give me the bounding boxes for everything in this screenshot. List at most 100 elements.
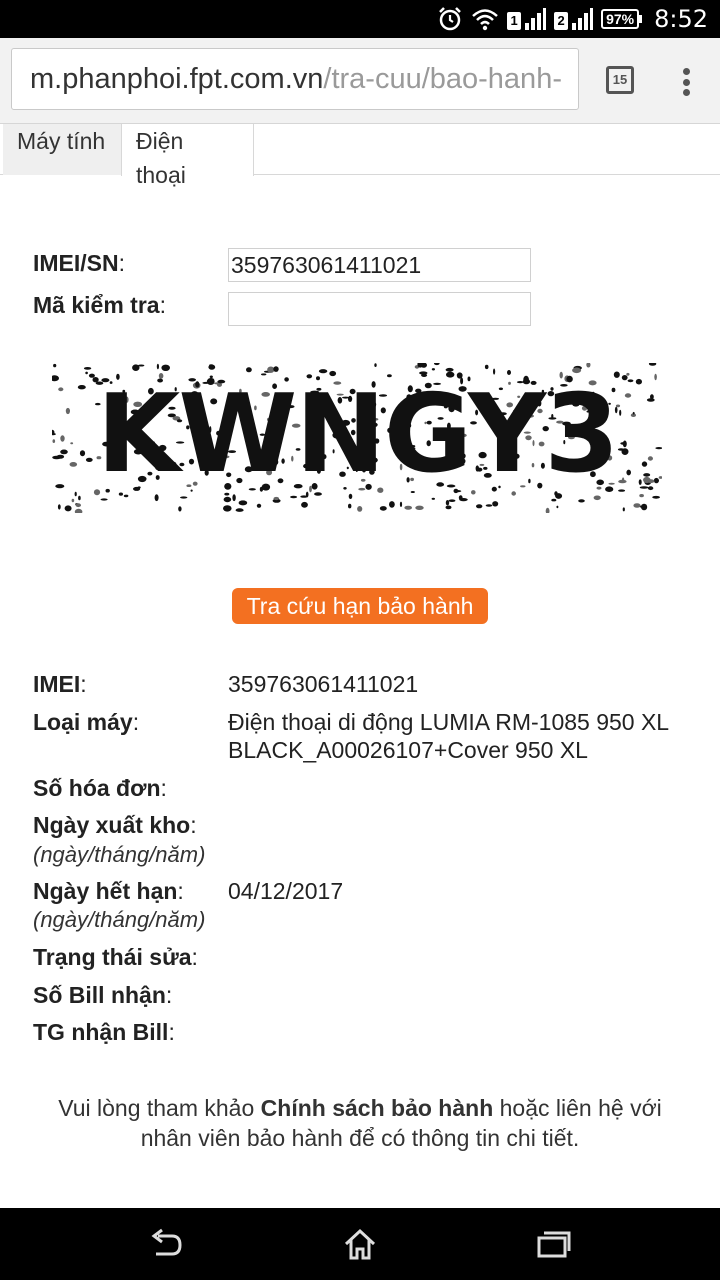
captcha-noise-dot bbox=[643, 473, 651, 477]
captcha-noise-dot bbox=[70, 442, 74, 445]
result-export-date-hint: (ngày/tháng/năm) bbox=[33, 842, 206, 867]
warranty-note: Vui lòng tham khảo Chính sách bảo hành h… bbox=[40, 1093, 680, 1153]
captcha-noise-dot bbox=[301, 501, 308, 508]
result-repair-status-label: Trạng thái sửa: bbox=[33, 944, 198, 970]
sim1-label: 1 bbox=[507, 12, 522, 30]
captcha-noise-dot bbox=[60, 435, 65, 442]
captcha-noise-dot bbox=[53, 363, 57, 368]
captcha-noise-dot bbox=[56, 454, 65, 459]
imei-sn-label: IMEI/SN: bbox=[33, 250, 126, 276]
system-nav-bar bbox=[0, 1208, 720, 1280]
result-expiry-label: Ngày hết hạn: bbox=[33, 878, 184, 904]
captcha-noise-dot bbox=[619, 409, 622, 416]
captcha-noise-dot bbox=[635, 378, 643, 385]
captcha-noise-dot bbox=[55, 484, 65, 489]
captcha-noise-dot bbox=[357, 506, 363, 512]
captcha-noise-dot bbox=[85, 371, 88, 375]
captcha-noise-dot bbox=[639, 486, 649, 489]
captcha-text: KWNGY3 bbox=[97, 372, 618, 497]
captcha-noise-dot bbox=[643, 476, 651, 484]
captcha-noise-dot bbox=[485, 504, 493, 507]
captcha-noise-dot bbox=[621, 477, 625, 483]
captcha-noise-dot bbox=[83, 367, 92, 370]
captcha-noise-dot bbox=[256, 503, 262, 508]
sim2-signal-icon: 2 bbox=[554, 8, 594, 30]
result-model-value-line1: Điện thoại di động LUMIA RM-1085 950 XL bbox=[228, 709, 670, 735]
captcha-noise-dot bbox=[652, 495, 660, 499]
captcha-noise-dot bbox=[638, 479, 642, 485]
warranty-policy-link[interactable]: Chính sách bảo hành bbox=[261, 1095, 494, 1121]
captcha-noise-dot bbox=[415, 505, 424, 510]
captcha-noise-dot bbox=[632, 411, 635, 415]
captcha-noise-dot bbox=[57, 504, 61, 510]
url-bar[interactable]: m.phanphoi.fpt.com.vn/tra-cuu/bao-hanh- bbox=[11, 48, 579, 110]
captcha-noise-dot bbox=[85, 457, 93, 462]
captcha-noise-dot bbox=[58, 387, 64, 392]
captcha-noise-dot bbox=[74, 491, 77, 497]
captcha-noise-dot bbox=[273, 496, 280, 501]
captcha-noise-dot bbox=[52, 439, 56, 443]
captcha-noise-dot bbox=[100, 498, 108, 501]
captcha-noise-dot bbox=[654, 373, 657, 381]
captcha-noise-dot bbox=[617, 448, 625, 451]
url-host: m.phanphoi.fpt.com.vn bbox=[30, 63, 324, 95]
result-bill-no-label: Số Bill nhận: bbox=[33, 982, 173, 1008]
captcha-noise-dot bbox=[69, 462, 78, 467]
tab-may-tinh[interactable]: Máy tính bbox=[3, 124, 121, 175]
captcha-noise-dot bbox=[627, 379, 634, 383]
alarm-icon bbox=[437, 6, 463, 32]
imei-sn-input[interactable]: 359763061411021 bbox=[228, 248, 531, 282]
sim2-label: 2 bbox=[554, 12, 569, 30]
captcha-noise-dot bbox=[348, 503, 352, 509]
result-model-label: Loại máy: bbox=[33, 709, 140, 735]
tab-dien-thoai[interactable]: Điện thoại bbox=[121, 124, 254, 188]
captcha-noise-dot bbox=[65, 407, 70, 415]
recents-icon[interactable] bbox=[536, 1226, 572, 1262]
captcha-noise-dot bbox=[647, 486, 654, 491]
captcha-noise-dot bbox=[75, 503, 81, 508]
captcha-noise-dot bbox=[235, 508, 244, 512]
captcha-code-input[interactable] bbox=[228, 292, 531, 326]
home-icon[interactable] bbox=[342, 1226, 378, 1262]
captcha-noise-dot bbox=[399, 501, 403, 507]
back-icon[interactable] bbox=[148, 1226, 184, 1262]
captcha-noise-dot bbox=[448, 499, 456, 502]
captcha-noise-dot bbox=[622, 507, 625, 512]
captcha-noise-dot bbox=[641, 461, 648, 467]
captcha-noise-dot bbox=[626, 469, 631, 476]
status-icons: 1 2 97% 8:52 bbox=[437, 0, 708, 38]
captcha-noise-dot bbox=[621, 375, 628, 381]
tab-switcher-button[interactable]: 15 bbox=[606, 66, 634, 94]
captcha-noise-dot bbox=[639, 494, 644, 498]
menu-dot-icon bbox=[682, 89, 690, 96]
result-invoice-label: Số hóa đơn: bbox=[33, 775, 167, 801]
captcha-noise-dot bbox=[64, 505, 72, 512]
url-path: /tra-cuu/bao-hanh- bbox=[323, 63, 562, 95]
captcha-noise-dot bbox=[646, 398, 655, 402]
clock: 8:52 bbox=[654, 5, 708, 33]
captcha-noise-dot bbox=[223, 505, 232, 512]
menu-dot-icon bbox=[682, 68, 690, 75]
captcha-noise-dot bbox=[71, 498, 75, 503]
captcha-noise-dot bbox=[492, 501, 499, 507]
result-model-value-line2: BLACK_A00026107+Cover 950 XL bbox=[228, 737, 588, 763]
menu-dot-icon bbox=[682, 78, 690, 86]
captcha-noise-dot bbox=[88, 373, 95, 378]
captcha-noise-dot bbox=[633, 503, 641, 508]
captcha-noise-dot bbox=[578, 499, 585, 503]
note-prefix: Vui lòng tham khảo bbox=[58, 1095, 261, 1121]
captcha-noise-dot bbox=[556, 505, 559, 509]
overflow-menu-button[interactable] bbox=[672, 62, 700, 102]
captcha-noise-dot bbox=[161, 364, 170, 371]
result-imei-label: IMEI: bbox=[33, 671, 87, 697]
captcha-noise-dot bbox=[445, 505, 452, 510]
captcha-noise-dot bbox=[431, 368, 435, 371]
browser-toolbar: m.phanphoi.fpt.com.vn/tra-cuu/bao-hanh- … bbox=[0, 38, 720, 124]
captcha-noise-dot bbox=[223, 496, 232, 503]
captcha-noise-dot bbox=[445, 500, 450, 506]
result-expiry-hint: (ngày/tháng/năm) bbox=[33, 907, 206, 932]
captcha-code-label: Mã kiểm tra: bbox=[33, 292, 166, 318]
category-tabs: Máy tính Điện thoại bbox=[0, 124, 720, 188]
lookup-warranty-button[interactable]: Tra cứu hạn bảo hành bbox=[232, 588, 488, 624]
result-expiry-value: 04/12/2017 bbox=[228, 878, 344, 904]
